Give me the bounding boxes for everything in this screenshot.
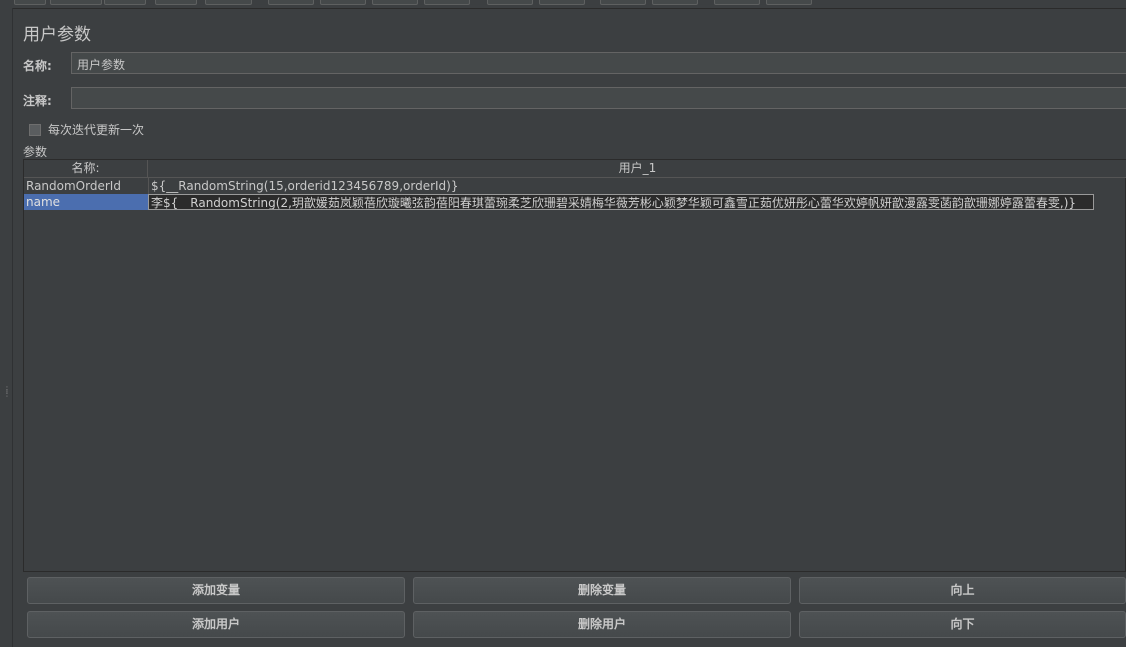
row-name-cell[interactable]: name [24, 194, 148, 210]
name-input[interactable]: 用户参数 [71, 52, 1126, 74]
main-panel: 用户参数 名称: 用户参数 注释: 每次迭代更新一次 参数 名称: 用户_1 R… [13, 9, 1126, 647]
add-user-button[interactable]: 添加用户 [27, 611, 405, 638]
toolbar-button[interactable] [50, 0, 102, 5]
update-once-checkbox[interactable] [29, 123, 41, 136]
toolbar-button[interactable] [372, 0, 418, 5]
toolbar-button[interactable] [487, 0, 533, 5]
row-value-cell[interactable]: ${__RandomString(15,orderid123456789,ord… [148, 178, 1094, 194]
toolbar-button[interactable] [320, 0, 366, 5]
row-value-editor[interactable]: 李${__RandomString(2,玥歆媛茹岚颖蓓欣璇曦弦韵蓓阳春琪蕾琬柔芝… [148, 194, 1094, 210]
parameters-label: 参数 [23, 145, 48, 159]
toolbar-button[interactable] [268, 0, 314, 5]
toolbar-button[interactable] [205, 0, 252, 5]
comment-input[interactable] [71, 87, 1126, 109]
toolbar-button[interactable] [424, 0, 470, 5]
parameters-table: 名称: 用户_1 RandomOrderId ${__RandomString(… [23, 159, 1126, 572]
top-toolbar [0, 0, 1126, 9]
toolbar-button[interactable] [766, 0, 812, 5]
move-up-button[interactable]: 向上 [799, 577, 1126, 604]
user-parameters-window: ⋮ ⋮ 用户参数 名称: 用户参数 注释: 每次迭代更新一次 参数 名称: 用户_… [0, 0, 1126, 647]
column-header-user1[interactable]: 用户_1 [148, 160, 1126, 177]
toolbar-button[interactable] [600, 0, 646, 5]
toolbar-button[interactable] [652, 0, 698, 5]
toolbar-button[interactable] [539, 0, 585, 5]
delete-variable-button[interactable]: 删除变量 [413, 577, 791, 604]
table-header: 名称: 用户_1 [24, 160, 1126, 178]
row-name-cell[interactable]: RandomOrderId [24, 178, 148, 194]
page-title: 用户参数 [23, 25, 91, 45]
toolbar-button[interactable] [155, 0, 197, 5]
add-variable-button[interactable]: 添加变量 [27, 577, 405, 604]
comment-label: 注释: [23, 94, 52, 108]
left-splitter[interactable]: ⋮ ⋮ [0, 8, 13, 647]
update-once-per-iteration-row[interactable]: 每次迭代更新一次 [29, 121, 144, 138]
splitter-grip-icon[interactable]: ⋮ ⋮ [3, 386, 11, 410]
name-label: 名称: [23, 59, 52, 73]
table-row-selected[interactable]: name 李${__RandomString(2,玥歆媛茹岚颖蓓欣璇曦弦韵蓓阳春… [24, 194, 1094, 210]
toolbar-button[interactable] [104, 0, 146, 5]
update-once-label: 每次迭代更新一次 [48, 123, 145, 137]
table-row[interactable]: RandomOrderId ${__RandomString(15,orderi… [24, 178, 1094, 195]
column-header-name[interactable]: 名称: [24, 160, 148, 177]
move-down-button[interactable]: 向下 [799, 611, 1126, 638]
delete-user-button[interactable]: 删除用户 [413, 611, 791, 638]
toolbar-button[interactable] [14, 0, 46, 5]
toolbar-button[interactable] [714, 0, 760, 5]
